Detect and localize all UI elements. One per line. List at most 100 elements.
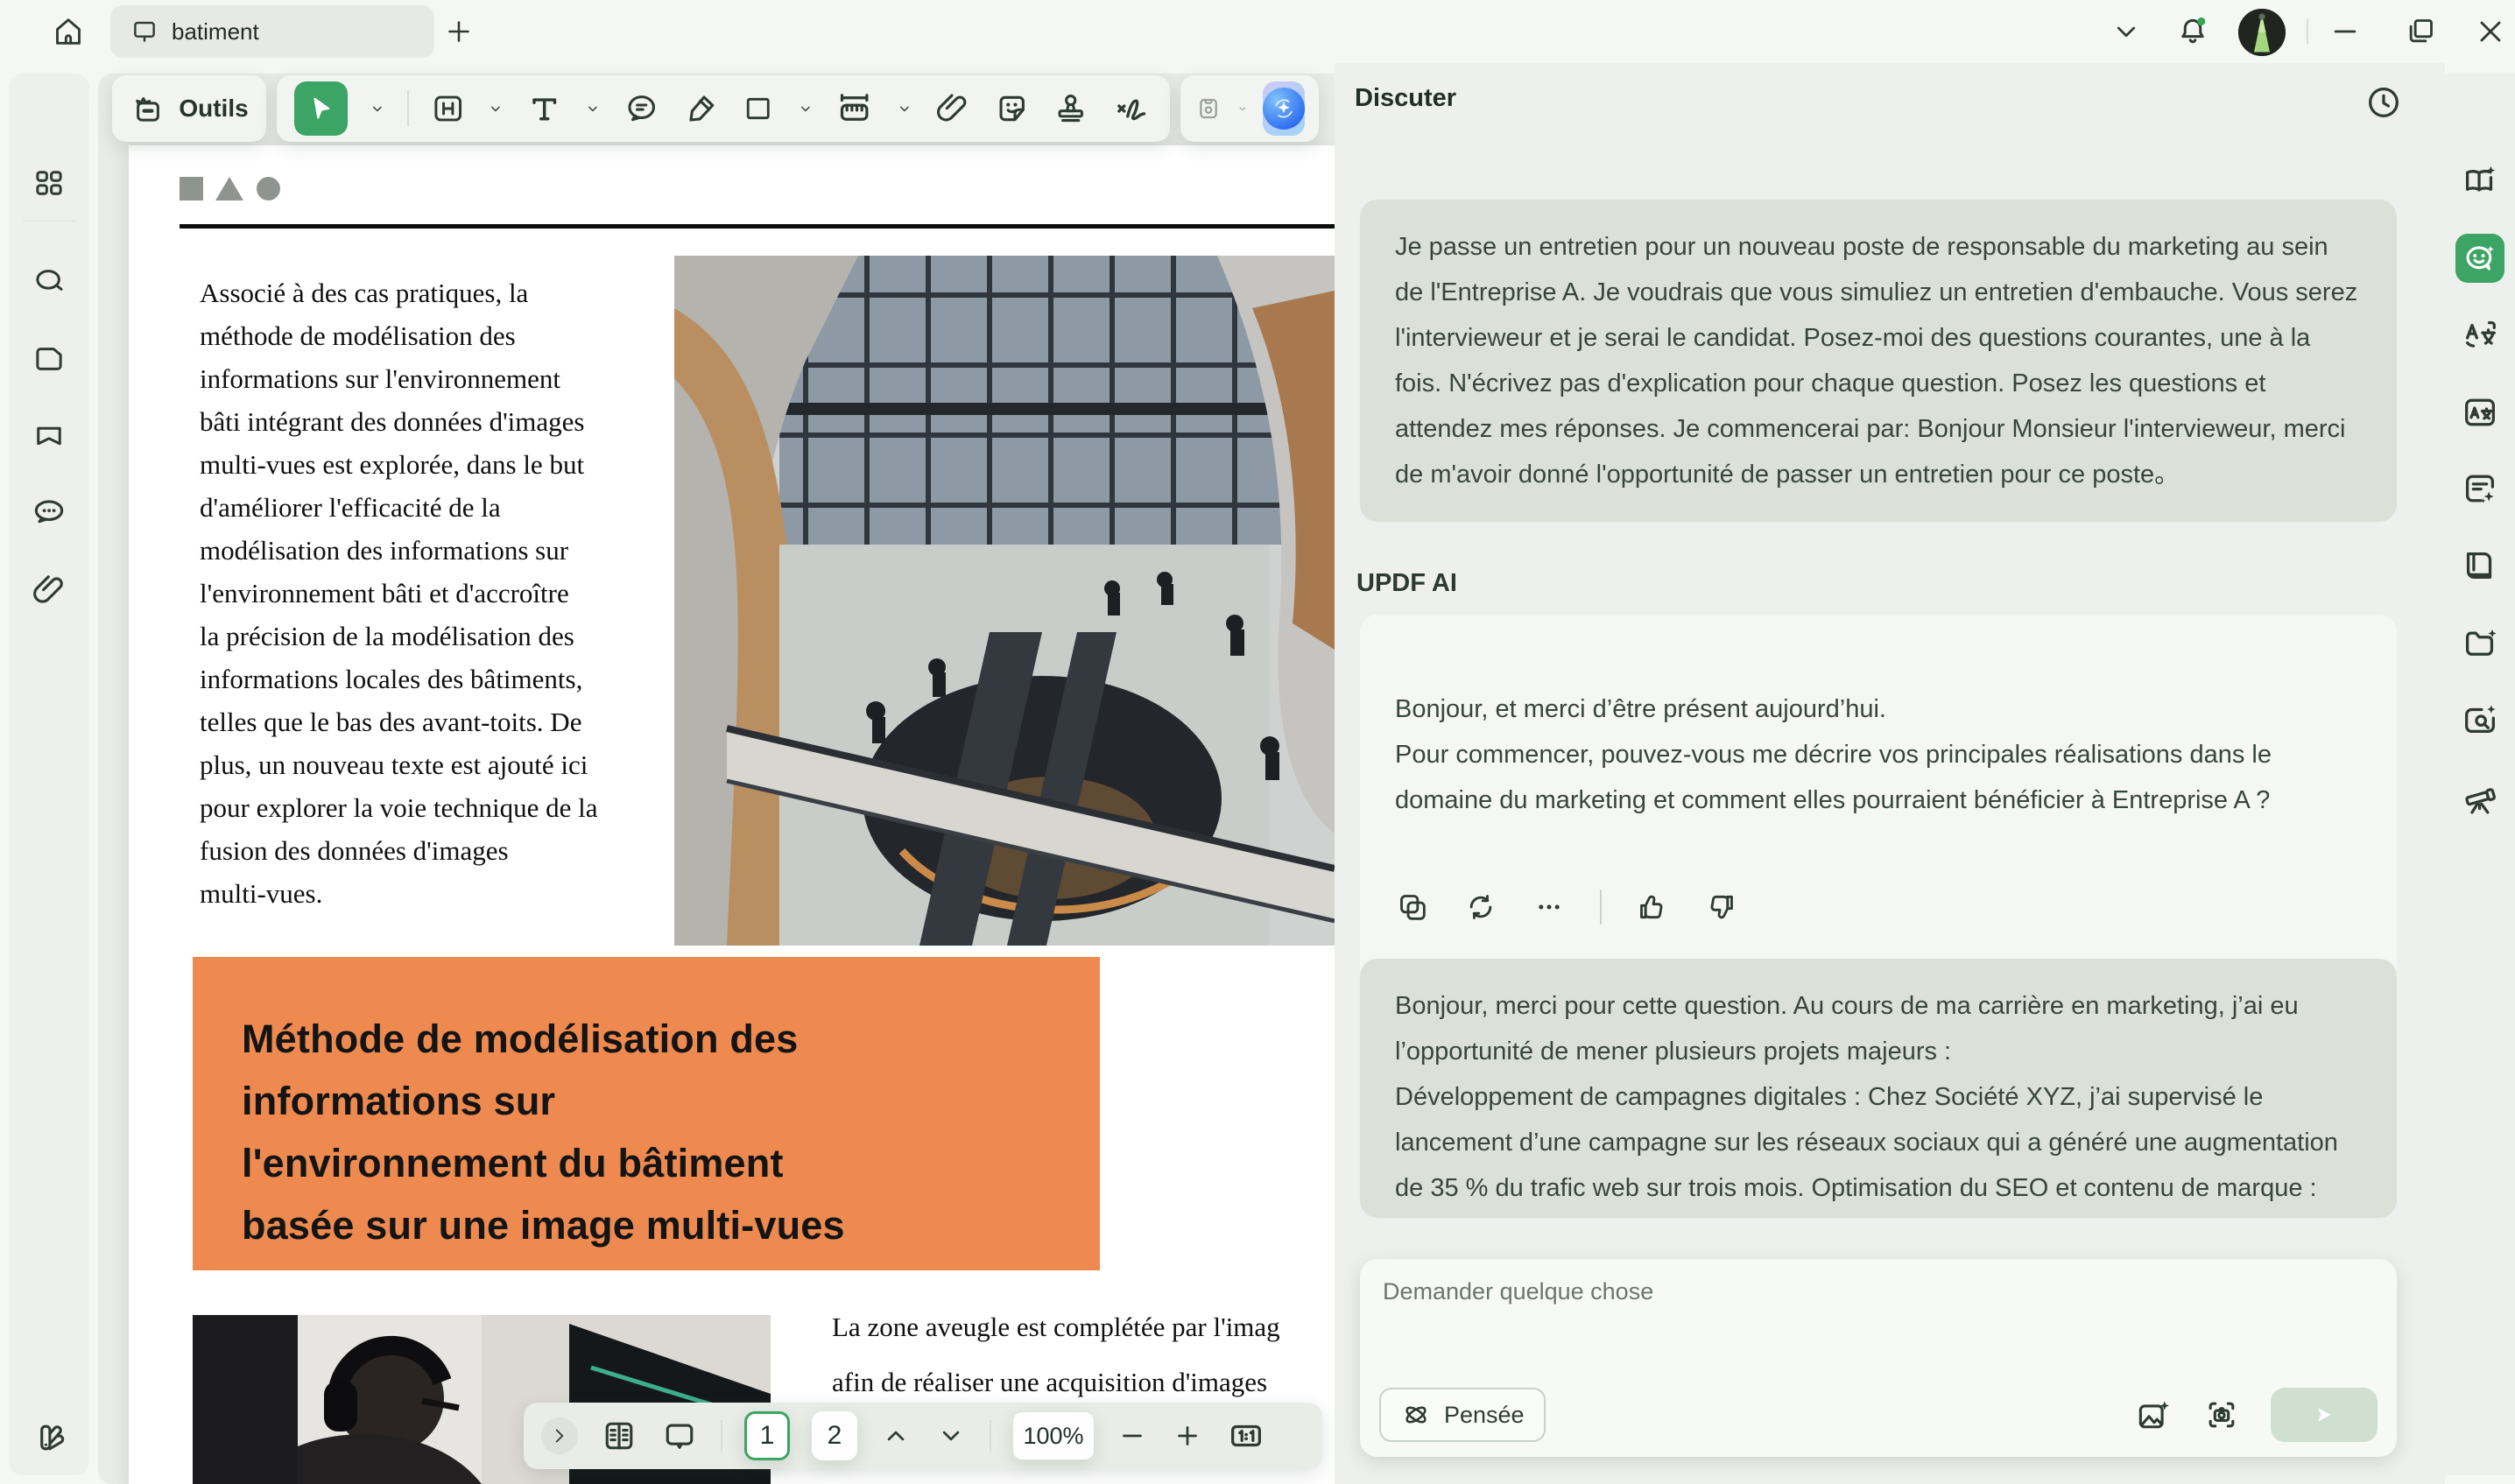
- thinking-mode-button[interactable]: Pensée: [1379, 1388, 1546, 1442]
- signature-tool-icon[interactable]: [1111, 88, 1152, 130]
- scan-tool-icon[interactable]: [1194, 88, 1222, 129]
- ai-assistant-icon: [1263, 88, 1305, 130]
- pdf-page[interactable]: Associé à des cas pratiques, la méthode …: [129, 145, 1335, 1484]
- restore-icon: [2403, 14, 2438, 49]
- zoom-out-button[interactable]: [1116, 1419, 1149, 1452]
- sidebar-swatches-button[interactable]: [30, 1418, 68, 1457]
- screenshot-icon[interactable]: [2202, 1396, 2241, 1434]
- explore-button[interactable]: [2460, 778, 2500, 819]
- reader-button[interactable]: [2460, 545, 2500, 586]
- scan-tool-dropdown[interactable]: [1236, 100, 1249, 117]
- translate-button[interactable]: [2460, 315, 2500, 355]
- photo-caption: La zone aveugle est complétée par l'imag…: [832, 1299, 1335, 1410]
- restore-button[interactable]: [2401, 12, 2440, 51]
- sticker-tool-icon[interactable]: [993, 89, 1031, 128]
- telescope-icon: [2460, 778, 2500, 819]
- ai-files-button[interactable]: [2460, 623, 2500, 664]
- minimize-button[interactable]: [2326, 12, 2364, 51]
- square-shape: [180, 177, 203, 200]
- next-page-button[interactable]: [934, 1419, 968, 1452]
- actual-size-button[interactable]: [1226, 1416, 1266, 1456]
- shape-tool-dropdown[interactable]: [797, 100, 814, 117]
- actions-divider: [1600, 890, 1602, 925]
- chevron-down-icon: [2110, 15, 2143, 48]
- assistant-message-text: Bonjour, et merci d’être présent aujourd…: [1395, 686, 2362, 823]
- cursor-icon: [306, 93, 337, 124]
- outils-button[interactable]: Outils: [112, 75, 266, 142]
- collapse-bar-button[interactable]: [541, 1417, 578, 1454]
- sidebar-bookmarks-button[interactable]: [30, 417, 68, 455]
- page-icon: [31, 341, 67, 377]
- swatches-icon: [30, 1418, 68, 1457]
- toolbar-divider: [407, 90, 409, 127]
- shape-tool-icon[interactable]: [741, 91, 775, 126]
- ai-summary-button[interactable]: [2460, 161, 2500, 201]
- send-button[interactable]: [2271, 1388, 2378, 1442]
- circle-shape: [257, 177, 280, 200]
- document-tab[interactable]: batiment: [110, 5, 434, 58]
- highlight-block[interactable]: Méthode de modélisation des informations…: [193, 957, 1100, 1270]
- zoom-in-button[interactable]: [1171, 1419, 1204, 1452]
- avatar[interactable]: [2238, 9, 2286, 56]
- heading-tool-icon[interactable]: [430, 90, 466, 127]
- sidebar-divider: [23, 221, 75, 222]
- ai-chat-panel: Discuter Je passe un entretien pour un n…: [1335, 63, 2445, 1484]
- ai-chat-button-active[interactable]: [2455, 234, 2504, 283]
- sidebar-comments-button[interactable]: [30, 493, 68, 531]
- note-sparkle-icon: [2460, 468, 2500, 509]
- measure-tool-icon[interactable]: [835, 88, 874, 129]
- ai-assistant-button[interactable]: [1263, 81, 1305, 136]
- page-button-next[interactable]: 2: [812, 1411, 857, 1460]
- chat-message-assistant[interactable]: Bonjour, et merci d’être présent aujourd…: [1360, 615, 2397, 996]
- translate-page-button[interactable]: [2460, 392, 2500, 433]
- comment-tool-icon[interactable]: [623, 89, 660, 128]
- chat-message-user-1[interactable]: Je passe un entretien pour un nouveau po…: [1360, 200, 2397, 522]
- tab-list-dropdown[interactable]: [2107, 12, 2145, 51]
- thumbs-up-icon[interactable]: [1635, 890, 1670, 925]
- copy-icon[interactable]: [1395, 890, 1430, 925]
- page-button-current[interactable]: 1: [744, 1411, 790, 1460]
- new-tab-button[interactable]: [443, 16, 475, 47]
- regenerate-icon[interactable]: [1463, 890, 1498, 925]
- attach-tool-icon[interactable]: [933, 89, 971, 128]
- select-tool-button[interactable]: [294, 81, 348, 136]
- chat-history-button[interactable]: [2364, 82, 2404, 123]
- previous-page-button[interactable]: [879, 1419, 912, 1452]
- pen-tool-icon[interactable]: [682, 89, 720, 128]
- insert-image-icon[interactable]: [2134, 1396, 2173, 1434]
- chat-input-placeholder[interactable]: Demander quelque chose: [1383, 1278, 1653, 1305]
- translate-box-icon: [2460, 392, 2500, 433]
- text-tool-icon[interactable]: [525, 89, 563, 128]
- search-icon: [31, 264, 67, 300]
- translate-icon: [2460, 315, 2500, 355]
- stamp-tool-icon[interactable]: [1052, 89, 1089, 128]
- text-tool-dropdown[interactable]: [584, 100, 602, 117]
- more-actions-icon[interactable]: [1532, 890, 1567, 925]
- sidebar-attachments-button[interactable]: [30, 571, 68, 609]
- close-icon: [2473, 14, 2508, 49]
- page-shapes-row: [180, 177, 280, 205]
- thumbs-down-icon[interactable]: [1703, 890, 1738, 925]
- ai-search-button[interactable]: [2460, 700, 2500, 740]
- select-tool-dropdown[interactable]: [369, 100, 386, 117]
- heading-tool-dropdown[interactable]: [487, 100, 504, 117]
- document-tab-icon: [130, 17, 159, 46]
- home-button[interactable]: [40, 7, 96, 56]
- chat-message-user-2[interactable]: Bonjour, merci pour cette question. Au c…: [1360, 959, 2397, 1218]
- sidebar-thumbnails-button[interactable]: [30, 164, 68, 202]
- sidebar-search-button[interactable]: [30, 263, 68, 301]
- chat-input-card[interactable]: Demander quelque chose Pensée: [1360, 1259, 2397, 1457]
- annotation-toolbar: [277, 75, 1170, 142]
- sidebar-pages-button[interactable]: [30, 340, 68, 378]
- presentation-button[interactable]: [660, 1417, 699, 1455]
- search-box-sparkle-icon: [2460, 700, 2500, 740]
- building-photo: [674, 256, 1335, 946]
- measure-tool-dropdown[interactable]: [896, 100, 913, 117]
- ai-notes-button[interactable]: [2460, 468, 2500, 509]
- zoom-level-box[interactable]: 100%: [1013, 1412, 1094, 1459]
- close-button[interactable]: [2471, 12, 2510, 51]
- notifications-button[interactable]: [2173, 12, 2212, 51]
- window-controls-divider: [2307, 18, 2308, 45]
- page-layout-button[interactable]: [600, 1417, 638, 1455]
- avatar-image: [2238, 9, 2286, 56]
